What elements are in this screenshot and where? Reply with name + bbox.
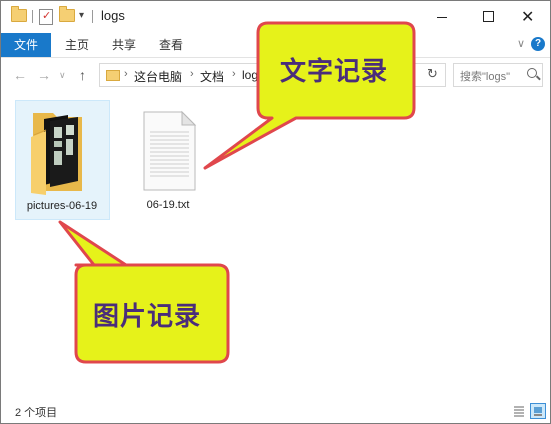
callout-text-log-shape xyxy=(203,21,416,170)
callout-picture-log-shape xyxy=(58,220,230,364)
callout-text-log: 文字记录 xyxy=(280,57,389,87)
callout-shapes xyxy=(58,21,416,364)
callout-picture-log: 图片记录 xyxy=(93,302,202,332)
